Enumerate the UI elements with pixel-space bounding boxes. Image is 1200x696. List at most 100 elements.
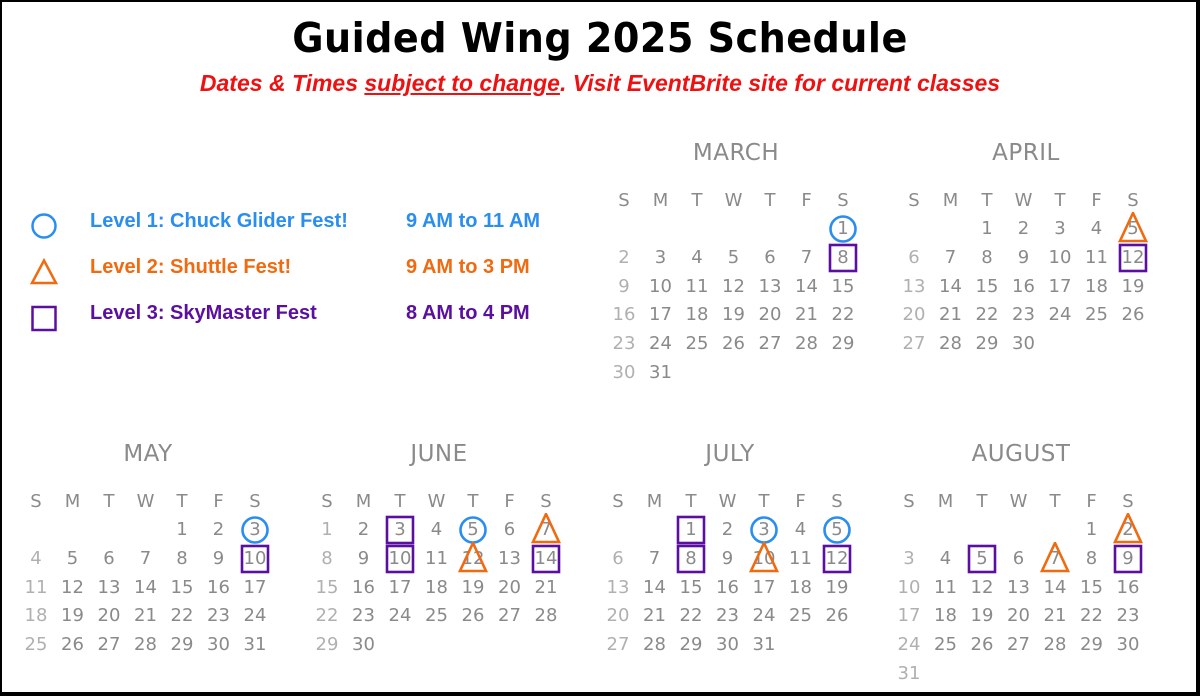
calendar-day: 8	[1085, 547, 1098, 569]
calendar-day: 9	[1122, 547, 1134, 569]
calendar-day: 20	[606, 605, 630, 627]
weekday-header: W	[718, 491, 737, 512]
calendar-day: 27	[498, 605, 521, 627]
calendar-day: 18	[685, 304, 709, 326]
weekday-header: S	[831, 491, 843, 512]
calendar-day: 11	[685, 275, 709, 297]
calendar-day: 25	[1085, 304, 1108, 326]
calendar-day: 29	[975, 333, 999, 355]
calendar-day: 16	[1116, 576, 1140, 598]
weekday-header: W	[724, 190, 743, 211]
weekday-header: T	[764, 190, 776, 211]
weekday-header: S	[249, 491, 261, 512]
calendar-day: 5	[831, 519, 843, 540]
calendar-day: 19	[825, 576, 849, 598]
weekday-header: M	[64, 491, 81, 512]
weekday-header: S	[1127, 190, 1139, 211]
weekday-header: M	[646, 491, 663, 512]
calendar-day: 13	[1007, 576, 1030, 598]
subtitle-underlined-text: subject to change	[364, 70, 560, 96]
square-icon	[31, 305, 57, 332]
weekday-header: T	[758, 491, 770, 512]
calendar-day: 7	[648, 547, 661, 569]
calendar-day: 4	[430, 519, 443, 540]
calendar-day: 25	[685, 333, 709, 355]
calendar-day: 22	[679, 605, 703, 627]
calendar-day: 10	[649, 275, 672, 297]
calendar-day: 14	[939, 275, 962, 297]
calendar-day: 30	[612, 362, 636, 383]
calendar-day: 6	[612, 547, 624, 569]
subtitle-text-continued: . Visit EventBrite site for current clas…	[559, 70, 1001, 96]
weekday-header: W	[1009, 491, 1028, 512]
calendar-day: 2	[1017, 218, 1030, 239]
calendar-day: 1	[837, 218, 849, 239]
weekday-header: T	[1049, 491, 1061, 512]
calendar-day: 8	[176, 547, 188, 569]
calendar-day: 1	[321, 519, 333, 540]
calendar-day: 24	[897, 634, 921, 656]
calendar-day: 17	[897, 605, 921, 627]
calendar-day: 12	[61, 576, 84, 598]
calendar-day: 22	[315, 605, 339, 627]
weekday-header: W	[136, 491, 155, 512]
page-title: Guided Wing 2025 Schedule	[292, 14, 908, 62]
calendar-day: 9	[357, 547, 370, 569]
calendar-day: 6	[764, 246, 776, 268]
calendar-day: 14	[134, 576, 157, 598]
calendar-day: 3	[1054, 218, 1066, 239]
calendar-day: 14	[1043, 576, 1067, 598]
calendar-day: 4	[30, 547, 42, 569]
calendar-day: 19	[1121, 275, 1145, 297]
weekday-header: T	[685, 491, 697, 512]
calendar-day: 20	[758, 304, 782, 326]
calendar-day: 20	[498, 576, 521, 598]
calendar-day: 31	[243, 634, 267, 656]
calendar-day: 1	[1085, 519, 1098, 540]
calendar-day: 27	[758, 333, 782, 355]
calendar-day: 23	[1012, 304, 1035, 326]
calendar-day: 28	[534, 605, 558, 627]
calendar-day: 4	[1090, 218, 1103, 239]
calendar-day: 6	[908, 246, 920, 268]
calendar-day: 21	[643, 605, 666, 627]
calendar-day: 26	[461, 605, 485, 627]
calendar-day: 11	[1085, 246, 1108, 268]
calendar-day: 27	[97, 634, 121, 656]
calendar-day: 19	[970, 605, 994, 627]
calendar-day: 3	[903, 547, 915, 569]
calendar-day: 22	[170, 605, 194, 627]
legend-label: Level 2: Shuttle Fest!	[90, 256, 292, 278]
calendar-day: 3	[654, 246, 667, 268]
calendar-day: 16	[716, 576, 739, 598]
calendar-day: 17	[1048, 275, 1072, 297]
weekday-header: T	[467, 491, 479, 512]
calendar-day: 10	[1048, 246, 1072, 268]
weekday-header: M	[937, 491, 954, 512]
calendar-day: 7	[540, 519, 552, 540]
calendar-day: 27	[1007, 634, 1030, 656]
calendar-day: 23	[207, 605, 230, 627]
weekday-header: T	[103, 491, 115, 512]
calendar-day: 6	[503, 519, 516, 540]
calendar-day: 10	[243, 547, 267, 569]
calendar-day: 24	[649, 333, 672, 355]
calendar-day: 12	[1121, 246, 1145, 268]
calendar-day: 25	[425, 605, 448, 627]
month-name: APRIL	[992, 140, 1060, 166]
calendar-day: 25	[24, 634, 48, 656]
calendar-day: 19	[461, 576, 485, 598]
calendar-day: 16	[207, 576, 230, 598]
calendar-day: 18	[934, 605, 957, 627]
calendar-day: 18	[24, 605, 48, 627]
month-name: MAY	[123, 441, 173, 467]
calendar-day: 11	[934, 576, 957, 598]
weekday-header: T	[1054, 190, 1066, 211]
calendar-day: 21	[939, 304, 962, 326]
weekday-header: F	[801, 190, 812, 211]
calendar-day: 6	[103, 547, 115, 569]
calendar-day: 7	[139, 547, 152, 569]
calendar-day: 16	[352, 576, 375, 598]
weekday-header: S	[618, 190, 630, 211]
calendar-day: 2	[721, 519, 734, 540]
